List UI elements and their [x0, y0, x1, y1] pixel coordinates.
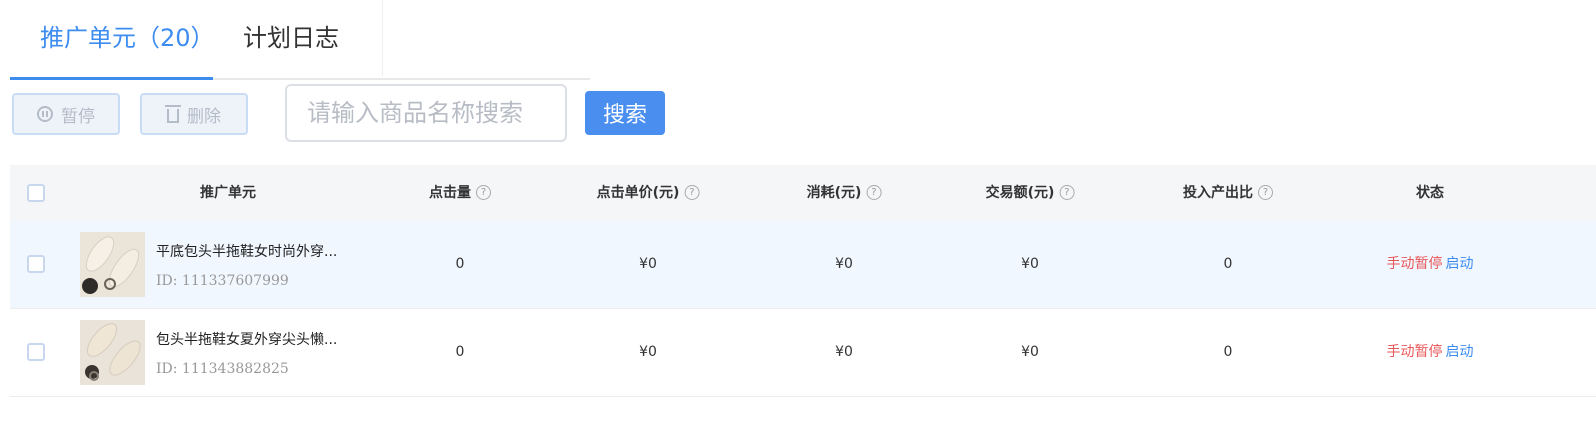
cell-cpc: ¥0 — [639, 256, 657, 272]
header-unit: 推广单元 — [200, 185, 256, 201]
delete-button-label: 删除 — [187, 106, 221, 126]
tab-promotion-units[interactable]: 推广单元（20） — [40, 22, 215, 54]
select-all-checkbox[interactable] — [27, 184, 45, 202]
start-link[interactable]: 启动 — [1446, 256, 1474, 272]
trash-icon — [165, 104, 181, 123]
tab-plan-log[interactable]: 计划日志 — [243, 22, 339, 54]
header-gmv: 交易额(元)? — [986, 165, 1075, 221]
cell-cpc: ¥0 — [639, 344, 657, 360]
header-roi: 投入产出比? — [1183, 165, 1273, 221]
table-row: 包头半拖鞋女夏外穿尖头懒... ID: 111343882825 0 ¥0 ¥0… — [10, 309, 1596, 397]
cell-gmv: ¥0 — [1021, 256, 1039, 272]
delete-button[interactable]: 删除 — [140, 93, 248, 135]
help-icon[interactable]: ? — [1059, 184, 1075, 200]
product-id: ID: 111337607999 — [156, 273, 289, 289]
pause-icon — [37, 106, 53, 122]
pause-button-label: 暂停 — [61, 106, 95, 126]
row-checkbox[interactable] — [27, 255, 45, 273]
table-header: 推广单元 点击量? 点击单价(元)? 消耗(元)? 交易额(元)? 投入产出比?… — [10, 165, 1596, 221]
tab-bar: 推广单元（20） 计划日志 — [10, 0, 590, 80]
cell-clicks: 0 — [455, 256, 465, 272]
cell-roi: 0 — [1223, 256, 1233, 272]
help-icon[interactable]: ? — [476, 184, 491, 200]
product-id: ID: 111343882825 — [156, 361, 289, 377]
status-text: 手动暂停 — [1386, 256, 1443, 272]
status-text: 手动暂停 — [1386, 344, 1443, 360]
help-icon[interactable]: ? — [1258, 184, 1273, 200]
table-row: 平底包头半拖鞋女时尚外穿... ID: 111337607999 0 ¥0 ¥0… — [10, 221, 1596, 309]
start-link[interactable]: 启动 — [1446, 344, 1474, 360]
product-name[interactable]: 平底包头半拖鞋女时尚外穿... — [156, 241, 337, 261]
help-icon[interactable]: ? — [684, 184, 700, 200]
header-clicks: 点击量? — [429, 165, 491, 221]
header-cpc: 点击单价(元)? — [597, 165, 700, 221]
search-input[interactable] — [285, 84, 567, 142]
row-checkbox[interactable] — [27, 343, 45, 361]
product-thumbnail — [80, 232, 145, 297]
cell-status: 手动暂停 启动 — [1387, 309, 1474, 396]
cell-gmv: ¥0 — [1021, 344, 1039, 360]
active-tab-indicator — [10, 77, 213, 80]
cell-clicks: 0 — [455, 344, 465, 360]
cell-cost: ¥0 — [835, 256, 853, 272]
search-button[interactable]: 搜索 — [585, 91, 665, 135]
cell-status: 手动暂停 启动 — [1387, 221, 1474, 308]
header-cost: 消耗(元)? — [807, 165, 882, 221]
product-thumbnail — [80, 320, 145, 385]
tab-divider — [382, 0, 383, 76]
help-icon[interactable]: ? — [866, 184, 882, 200]
product-name[interactable]: 包头半拖鞋女夏外穿尖头懒... — [156, 329, 337, 349]
cell-cost: ¥0 — [835, 344, 853, 360]
header-status: 状态 — [1416, 185, 1444, 201]
pause-button[interactable]: 暂停 — [12, 93, 120, 135]
promotion-unit-table: 推广单元 点击量? 点击单价(元)? 消耗(元)? 交易额(元)? 投入产出比?… — [10, 165, 1596, 397]
cell-roi: 0 — [1223, 344, 1233, 360]
